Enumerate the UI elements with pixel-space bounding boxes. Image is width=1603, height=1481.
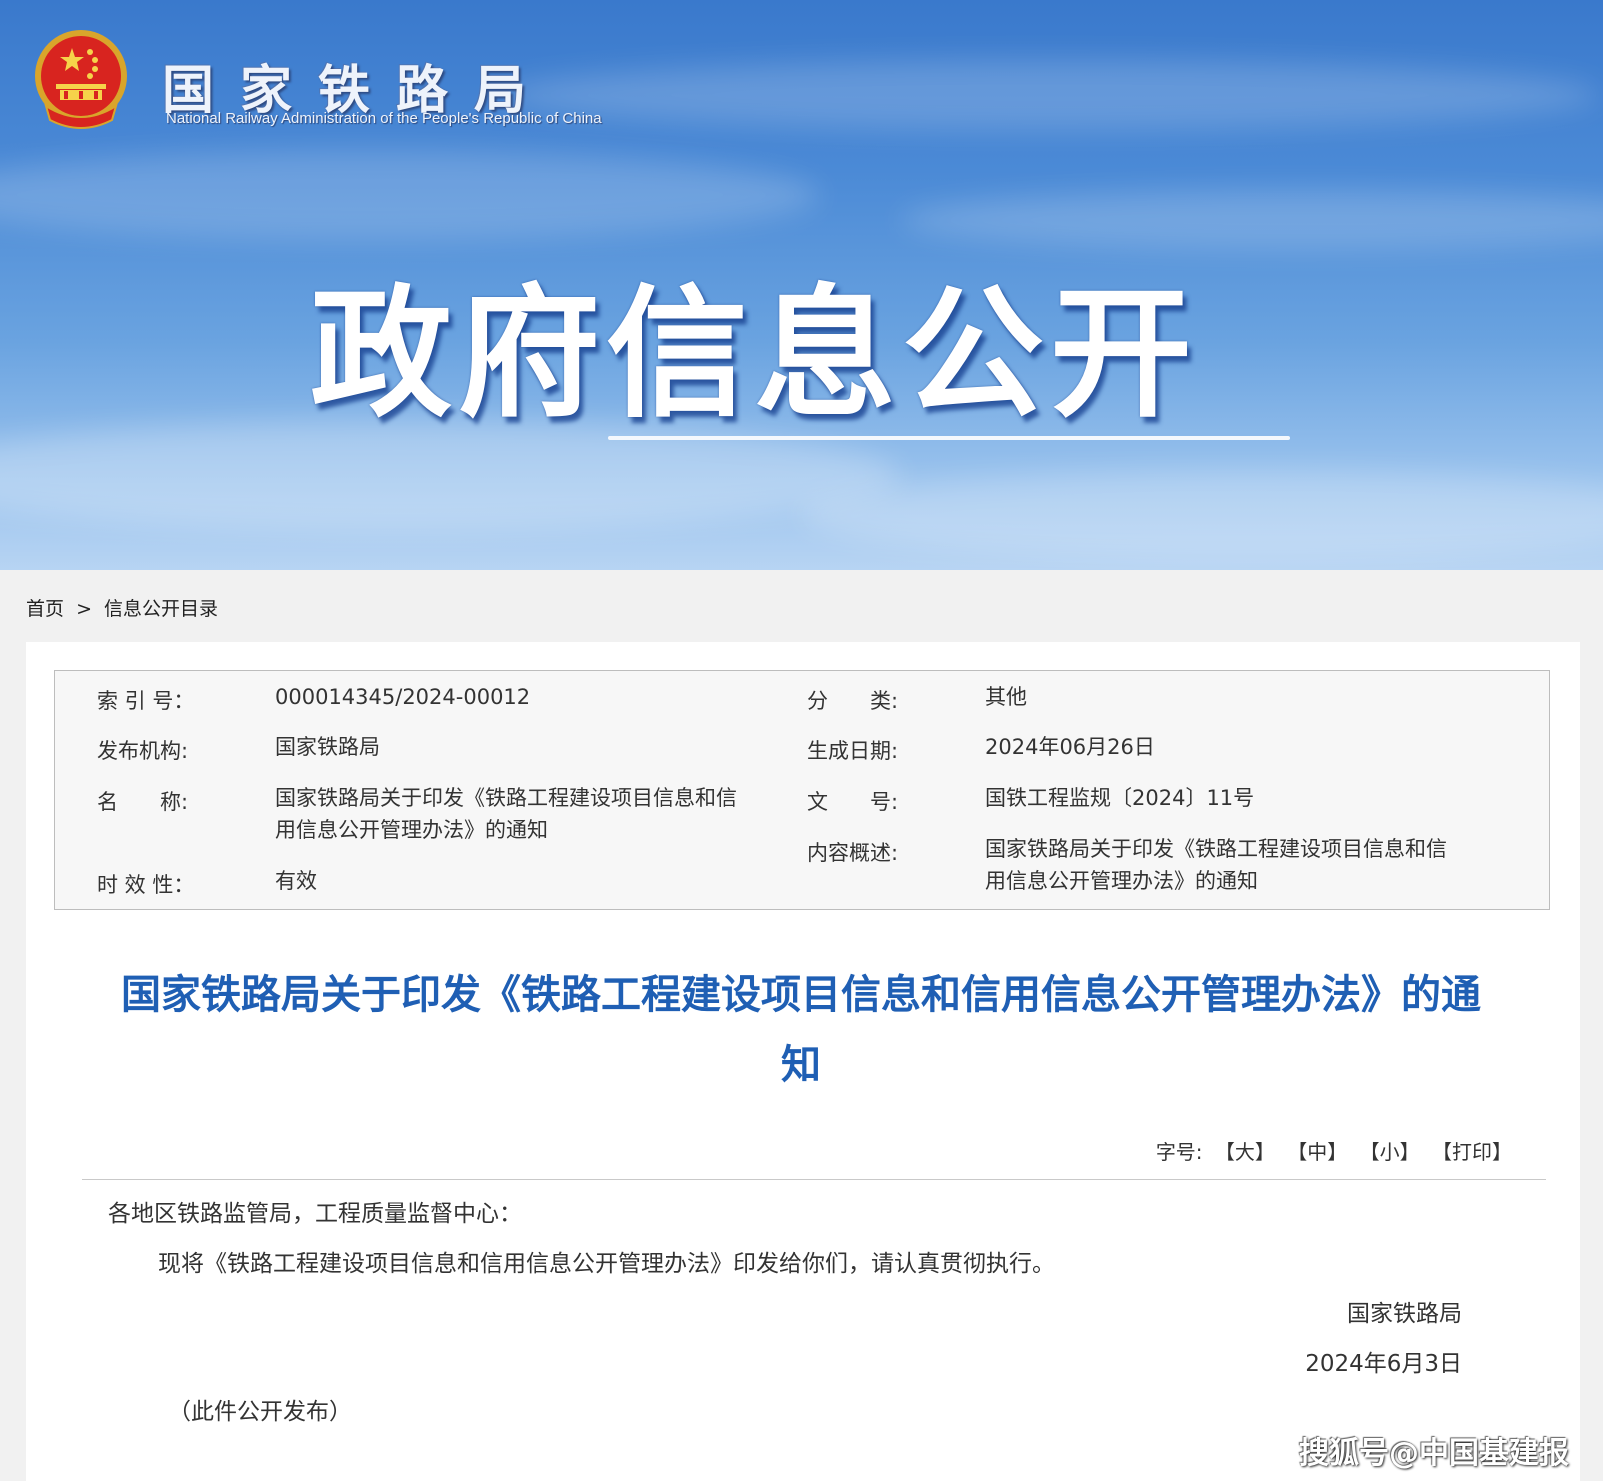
font-small-button[interactable]: 【小】 [1360, 1140, 1420, 1164]
document-title-line1: 国家铁路局关于印发《铁路工程建设项目信息和信用信息公开管理办法》的通 [121, 972, 1481, 1018]
font-medium-button[interactable]: 【中】 [1287, 1140, 1347, 1164]
index-no-value: 000014345/2024-00012 [275, 685, 531, 709]
breadcrumb-current-link[interactable]: 信息公开目录 [104, 598, 218, 620]
summary-value-line2: 用信息公开管理办法》的通知 [985, 869, 1258, 893]
validity-value: 有效 [275, 869, 317, 893]
name-value-line1: 国家铁路局关于印发《铁路工程建设项目信息和信 [275, 786, 737, 810]
national-emblem-icon [35, 30, 127, 129]
doc-no-label: 文 号: [807, 790, 899, 814]
index-no-label: 索 引 号： [97, 689, 195, 713]
font-size-label: 字号: [1155, 1140, 1203, 1164]
cloud-decoration [500, 60, 1600, 130]
content-divider [82, 1179, 1546, 1180]
name-label: 名 称: [97, 790, 189, 814]
publisher-value: 国家铁路局 [275, 735, 380, 759]
name-value-line2: 用信息公开管理办法》的通知 [275, 818, 548, 842]
print-button[interactable]: 【打印】 [1432, 1140, 1512, 1164]
breadcrumb-separator: > [76, 598, 92, 620]
document-title-line2: 知 [781, 1042, 821, 1088]
summary-label: 内容概述: [807, 841, 899, 865]
banner-title: 政府信息公开 [310, 272, 1198, 437]
body-paragraph: 现将《铁路工程建设项目信息和信用信息公开管理办法》印发给你们，请认真贯彻执行。 [158, 1251, 1055, 1277]
publisher-label: 发布机构: [97, 739, 189, 763]
document-metadata-table: 索 引 号： 000014345/2024-00012 分 类: 其他 发布机构… [54, 670, 1550, 910]
summary-value-line1: 国家铁路局关于印发《铁路工程建设项目信息和信 [985, 837, 1447, 861]
breadcrumb: 首页 > 信息公开目录 [26, 594, 218, 621]
date-label: 生成日期: [807, 739, 899, 763]
header-banner: 国家铁路局 National Railway Administration of… [0, 0, 1603, 570]
release-note: （此件公开发布） [168, 1399, 352, 1425]
category-value: 其他 [985, 685, 1027, 709]
watermark: 搜狐号@中国基建报 [1299, 1436, 1569, 1471]
font-large-button[interactable]: 【大】 [1215, 1140, 1275, 1164]
category-label: 分 类: [807, 689, 899, 713]
date-value: 2024年06月26日 [985, 735, 1155, 759]
cloud-decoration [0, 150, 820, 240]
org-name-english: National Railway Administration of the P… [166, 110, 602, 127]
sign-date: 2024年6月3日 [1305, 1351, 1462, 1377]
doc-no-value: 国铁工程监规〔2024〕11号 [985, 786, 1255, 810]
breadcrumb-home-link[interactable]: 首页 [26, 598, 64, 620]
cloud-decoration [800, 470, 1603, 560]
salutation: 各地区铁路监管局，工程质量监督中心： [108, 1201, 522, 1227]
banner-divider [608, 436, 1290, 440]
content-card: 索 引 号： 000014345/2024-00012 分 类: 其他 发布机构… [26, 642, 1580, 1481]
font-size-toolbar: 字号: 【大】 【中】 【小】 【打印】 [1156, 1136, 1512, 1165]
document-title: 国家铁路局关于印发《铁路工程建设项目信息和信用信息公开管理办法》的通 知 [86, 960, 1516, 1100]
signer: 国家铁路局 [1347, 1301, 1462, 1327]
validity-label: 时 效 性： [97, 873, 195, 897]
